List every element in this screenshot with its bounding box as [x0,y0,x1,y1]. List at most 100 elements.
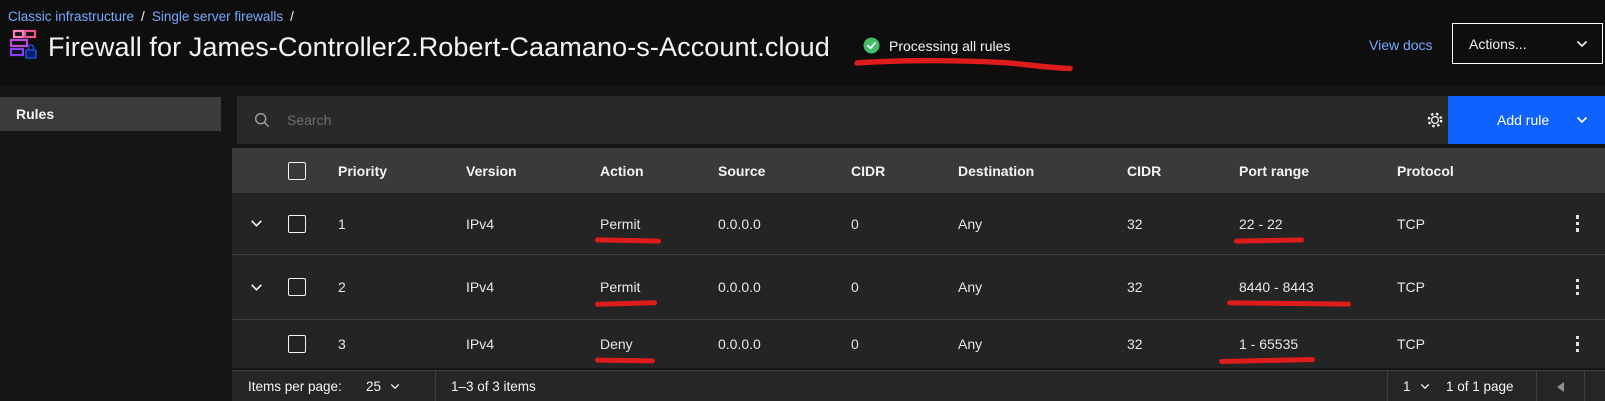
gear-icon [1426,111,1444,129]
page-number-select[interactable]: 1 [1403,371,1430,401]
chevron-down-icon [250,283,263,292]
table-toolbar: Add rule [237,96,1605,144]
firewall-icon [8,28,38,66]
row-checkbox[interactable] [288,278,306,296]
search-icon [254,112,270,128]
chevron-down-icon [390,383,400,390]
cell-port-range: 1 - 65535 [1223,336,1381,352]
table-header-row: Priority Version Action Source CIDR Dest… [232,148,1605,193]
cell-version: IPv4 [450,216,584,232]
breadcrumb-separator: / [290,9,294,24]
cell-cidr: 0 [835,336,942,352]
row-overflow-menu-button[interactable] [1570,209,1586,238]
cell-version: IPv4 [450,336,584,352]
cell-source: 0.0.0.0 [702,336,835,352]
checkmark-circle-icon [863,37,880,54]
annotation-underline-port-range [1227,300,1351,306]
cell-source: 0.0.0.0 [702,216,835,232]
items-per-page-select[interactable]: 25 [366,371,400,401]
chevron-down-icon [1576,40,1588,48]
cell-port-range: 22 - 22 [1223,216,1381,232]
page-header: Classic infrastructure / Single server f… [0,0,1605,86]
breadcrumb-single-server-firewalls[interactable]: Single server firewalls [152,9,283,24]
items-per-page-label: Items per page: [248,371,342,401]
search-input[interactable] [287,112,1187,128]
cell-dest-cidr: 32 [1111,336,1223,352]
breadcrumb-separator: / [141,9,145,24]
title-row: Firewall for James-Controller2.Robert-Ca… [8,28,830,66]
cell-priority: 3 [322,336,450,352]
cell-protocol: TCP [1381,336,1510,352]
chevron-down-icon [1420,383,1430,390]
cell-cidr: 0 [835,279,942,295]
sidebar-item-rules[interactable]: Rules [0,97,221,131]
status-indicator: Processing all rules [863,37,1010,54]
table-row: 1 IPv4 Permit 0.0.0.0 0 Any 32 22 - 22 T… [232,193,1605,255]
cell-dest-cidr: 32 [1111,216,1223,232]
chevron-down-icon [1576,116,1588,124]
pagination-divider [1387,371,1388,401]
page-number-value: 1 [1403,379,1411,394]
column-header-source: Source [702,163,835,179]
annotation-underline-action [595,237,661,243]
table-row: 2 IPv4 Permit 0.0.0.0 0 Any 32 8440 - 84… [232,255,1605,320]
annotation-underline-port-range [1219,357,1315,364]
row-expand-button[interactable] [246,279,267,296]
column-header-priority: Priority [322,163,450,179]
items-per-page-value: 25 [366,379,381,394]
column-header-port-range: Port range [1223,163,1381,179]
page-of-text: 1 of 1 page [1446,371,1514,401]
cell-protocol: TCP [1381,279,1510,295]
annotation-underline-status [850,54,1078,76]
actions-dropdown-label: Actions... [1469,36,1527,52]
column-header-action: Action [584,163,702,179]
cell-destination: Any [942,336,1111,352]
row-overflow-menu-button[interactable] [1570,273,1586,302]
cell-protocol: TCP [1381,216,1510,232]
status-text: Processing all rules [889,38,1010,54]
row-checkbox[interactable] [288,215,306,233]
cell-priority: 2 [322,279,450,295]
column-header-dest-cidr: CIDR [1111,163,1223,179]
table-row: 3 IPv4 Deny 0.0.0.0 0 Any 32 1 - 65535 T… [232,320,1605,368]
cell-action: Permit [584,279,702,295]
view-docs-link[interactable]: View docs [1369,37,1433,53]
cell-priority: 1 [322,216,450,232]
cell-port-range: 8440 - 8443 [1223,279,1381,295]
column-header-version: Version [450,163,584,179]
cell-dest-cidr: 32 [1111,279,1223,295]
breadcrumb: Classic infrastructure / Single server f… [8,9,294,24]
next-page-button[interactable] [1585,371,1605,401]
row-overflow-menu-button[interactable] [1570,330,1586,359]
chevron-down-icon [250,219,263,228]
breadcrumb-classic-infrastructure[interactable]: Classic infrastructure [8,9,134,24]
column-header-destination: Destination [942,163,1111,179]
cell-version: IPv4 [450,279,584,295]
row-expand-button[interactable] [246,215,267,232]
annotation-underline-port-range [1234,237,1304,243]
column-header-protocol: Protocol [1381,163,1510,179]
pagination-bar: Items per page: 25 1–3 of 3 items 1 1 of… [232,370,1605,401]
annotation-underline-action [595,358,655,364]
pagination-range-text: 1–3 of 3 items [451,371,536,401]
column-header-cidr: CIDR [835,163,942,179]
pagination-divider [435,371,436,401]
search-box [237,96,1337,144]
cell-action: Deny [584,336,702,352]
actions-dropdown-button[interactable]: Actions... [1452,23,1603,64]
sidebar-item-rules-label: Rules [16,106,54,122]
cell-destination: Any [942,279,1111,295]
cell-cidr: 0 [835,216,942,232]
cell-destination: Any [942,216,1111,232]
annotation-underline-action [595,300,657,307]
page-title: Firewall for James-Controller2.Robert-Ca… [48,32,830,63]
add-rule-label: Add rule [1497,112,1549,128]
caret-left-icon [1557,382,1564,392]
add-rule-button[interactable]: Add rule [1448,96,1605,144]
cell-source: 0.0.0.0 [702,279,835,295]
cell-action: Permit [584,216,702,232]
select-all-checkbox[interactable] [288,162,306,180]
previous-page-button[interactable] [1537,371,1584,401]
rules-table: Priority Version Action Source CIDR Dest… [232,148,1605,368]
row-checkbox[interactable] [288,335,306,353]
